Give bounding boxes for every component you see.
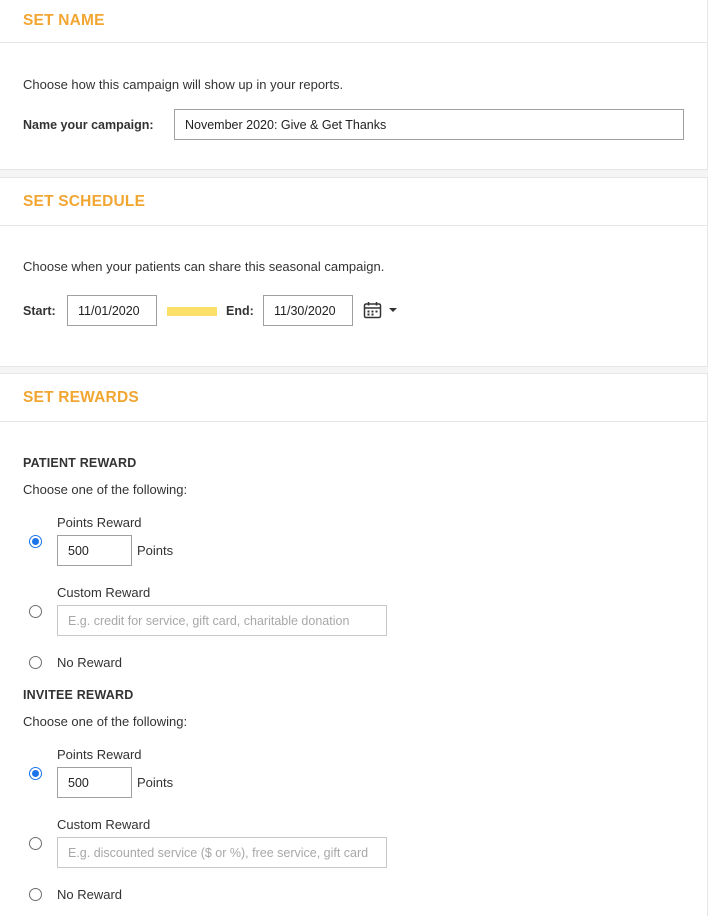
patient-points-unit: Points [137, 543, 174, 558]
set-schedule-title: SET SCHEDULE [23, 192, 146, 210]
date-range-indicator [167, 307, 217, 316]
invitee-points-input[interactable]: 500 [57, 767, 132, 798]
invitee-points-radio[interactable] [29, 767, 42, 780]
end-date-label: End: [226, 304, 254, 318]
patient-custom-reward-label: Custom Reward [57, 585, 151, 600]
set-name-section: SET NAME Choose how this campaign will s… [0, 0, 708, 170]
patient-reward-heading: PATIENT REWARD [23, 456, 137, 470]
patient-points-input[interactable]: 500 [57, 535, 132, 566]
set-name-description: Choose how this campaign will show up in… [23, 77, 344, 92]
invitee-points-reward-label: Points Reward [57, 747, 142, 762]
campaign-name-label: Name your campaign: [23, 118, 154, 132]
set-rewards-title: SET REWARDS [23, 388, 139, 406]
set-schedule-header: SET SCHEDULE [0, 178, 707, 226]
set-schedule-section: SET SCHEDULE Choose when your patients c… [0, 177, 708, 367]
calendar-icon [363, 302, 382, 319]
invitee-no-reward-radio[interactable] [29, 888, 42, 901]
calendar-dropdown[interactable] [363, 301, 399, 321]
patient-custom-radio[interactable] [29, 605, 42, 618]
set-name-title: SET NAME [23, 11, 105, 29]
invitee-custom-reward-label: Custom Reward [57, 817, 151, 832]
start-date-input[interactable]: 11/01/2020 [67, 295, 157, 326]
invitee-custom-input[interactable]: E.g. discounted service ($ or %), free s… [57, 837, 387, 868]
set-rewards-section: SET REWARDS PATIENT REWARD Choose one of… [0, 373, 708, 916]
patient-reward-instruction: Choose one of the following: [23, 482, 188, 497]
patient-custom-input[interactable]: E.g. credit for service, gift card, char… [57, 605, 387, 636]
patient-no-reward-label: No Reward [57, 655, 123, 670]
campaign-name-input[interactable]: November 2020: Give & Get Thanks [174, 109, 684, 140]
start-date-label: Start: [23, 304, 56, 318]
patient-points-radio[interactable] [29, 535, 42, 548]
chevron-down-icon [389, 308, 397, 312]
set-name-header: SET NAME [0, 0, 707, 43]
set-schedule-description: Choose when your patients can share this… [23, 259, 385, 274]
invitee-custom-radio[interactable] [29, 837, 42, 850]
invitee-reward-heading: INVITEE REWARD [23, 688, 134, 702]
invitee-reward-instruction: Choose one of the following: [23, 714, 188, 729]
set-rewards-header: SET REWARDS [0, 374, 707, 422]
patient-points-reward-label: Points Reward [57, 515, 142, 530]
invitee-points-unit: Points [137, 775, 174, 790]
patient-no-reward-radio[interactable] [29, 656, 42, 669]
end-date-input[interactable]: 11/30/2020 [263, 295, 353, 326]
invitee-no-reward-label: No Reward [57, 887, 123, 902]
